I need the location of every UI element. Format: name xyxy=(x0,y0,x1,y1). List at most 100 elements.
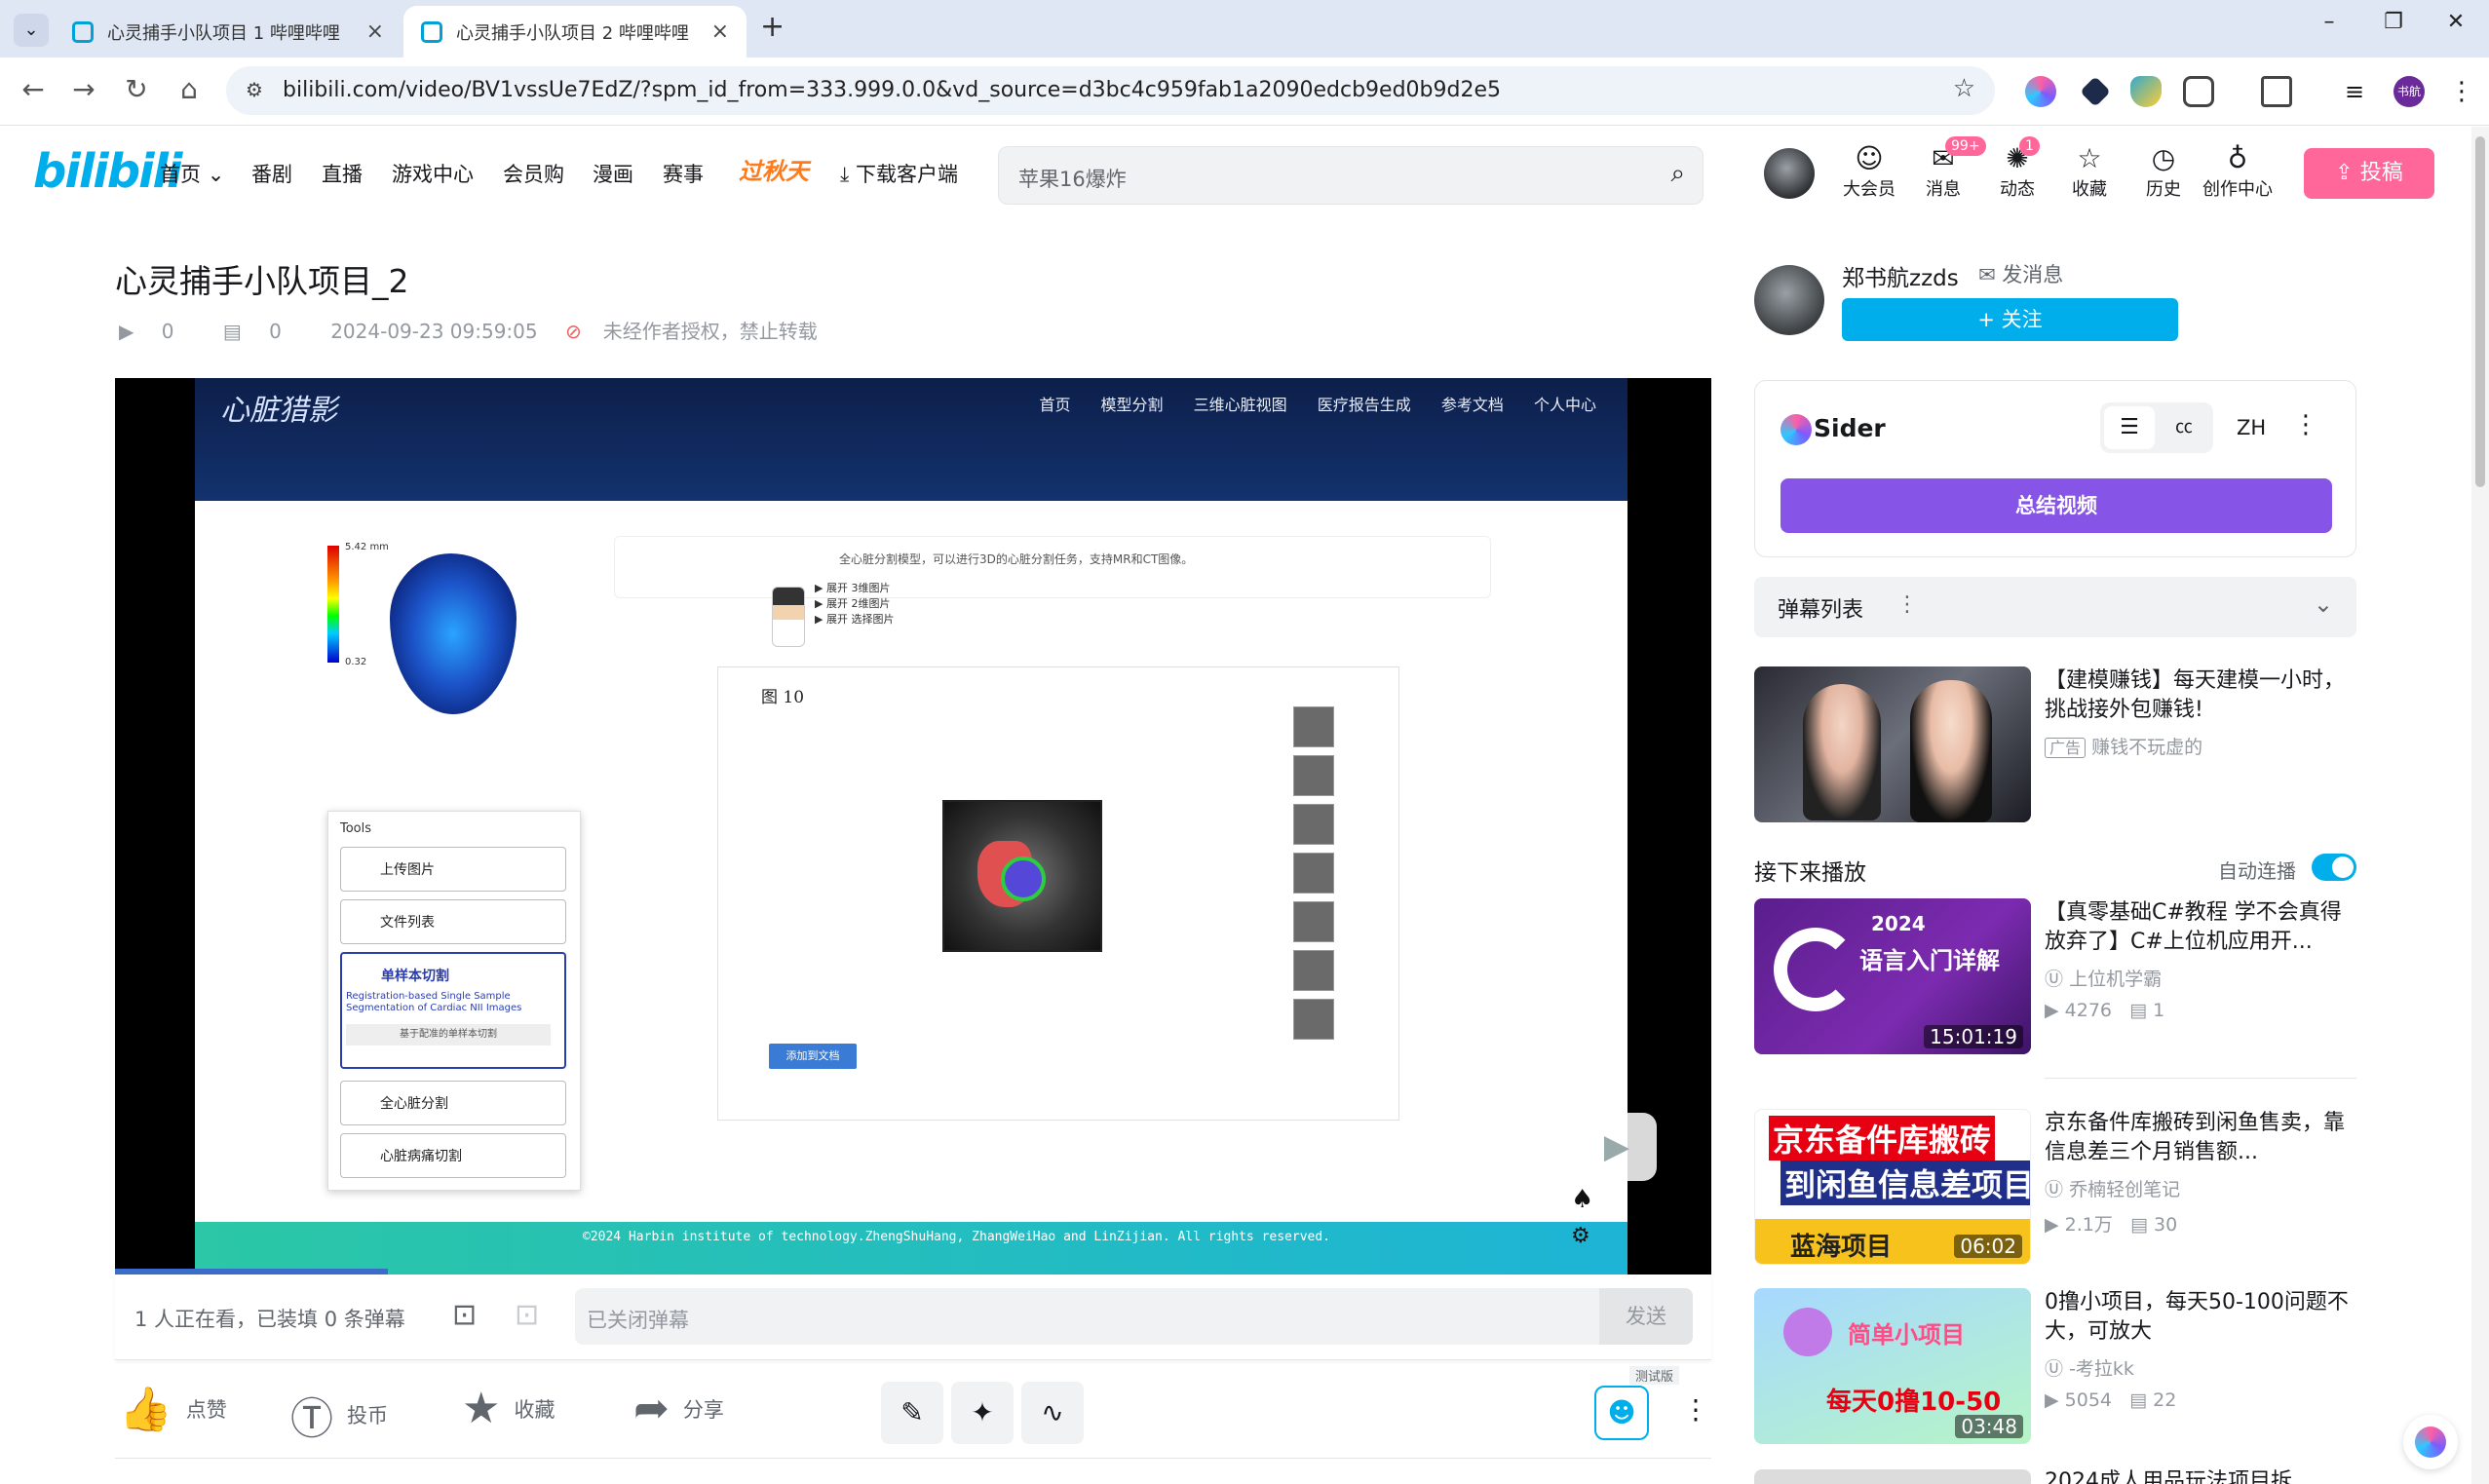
uploader-name[interactable]: 郑书航zzds xyxy=(1842,259,1959,292)
danmaku-toggle-icon[interactable]: ⊡ xyxy=(452,1298,477,1332)
danmaku-icon: ▤ xyxy=(2129,1000,2148,1021)
bilibili-logo[interactable]: bilibili xyxy=(33,144,182,199)
rec-1-thumbnail[interactable]: 2024 语言入门详解 15:01:19 xyxy=(1754,898,2031,1054)
page-scrollbar-thumb[interactable] xyxy=(2475,136,2485,487)
danmaku-settings-icon[interactable]: ⊡ xyxy=(515,1298,539,1332)
danmaku-icon: ▤ xyxy=(2130,1214,2148,1236)
stats-button[interactable]: ∿ xyxy=(1021,1382,1084,1444)
follow-button[interactable]: + 关注 xyxy=(1842,298,2178,341)
uploader-avatar[interactable] xyxy=(1754,265,1824,335)
thumbnail-4[interactable] xyxy=(1293,853,1334,894)
search-box[interactable]: 苹果16爆炸 ⌕ xyxy=(998,146,1704,205)
nav-anime[interactable]: 番剧 xyxy=(251,159,292,188)
tab-1[interactable]: 心灵捕手小队项目 1 哔哩哔哩 × xyxy=(55,6,402,57)
rec-2-title[interactable]: 京东备件库搬砖到闲鱼售卖，靠信息差三个月销售额... xyxy=(2045,1109,2356,1167)
extension-shield-icon[interactable] xyxy=(2130,76,2162,107)
nav-esports[interactable]: 赛事 xyxy=(663,159,704,188)
header-favorites[interactable]: ☆ 收藏 xyxy=(2060,142,2119,201)
autoplay-toggle[interactable] xyxy=(2312,854,2356,881)
forward-icon[interactable]: → xyxy=(64,73,103,105)
sider-language[interactable]: ZH xyxy=(2237,416,2266,439)
address-bar[interactable]: ⚙ bilibili.com/video/BV1vssUe7EdZ/?spm_i… xyxy=(226,66,1995,115)
ai-assistant-button[interactable]: ☻ xyxy=(1594,1386,1649,1440)
nav-manga[interactable]: 漫画 xyxy=(593,159,633,188)
rec-3-title[interactable]: 0撸小项目，每天50-100问题不大，可放大 xyxy=(2045,1288,2356,1347)
thumbnail-7[interactable] xyxy=(1293,999,1334,1040)
nav-download-client[interactable]: ⤓ 下载客户端 xyxy=(840,159,958,188)
media-control-icon[interactable]: ≡ xyxy=(2339,76,2370,107)
more-kebab-icon[interactable]: ⋮ xyxy=(1682,1393,1709,1426)
bookmark-star-icon[interactable]: ☆ xyxy=(1953,74,1975,103)
close-window-icon[interactable]: ✕ xyxy=(2436,10,2475,34)
tool-single-sample-desc: Registration-based Single Sample Segment… xyxy=(346,991,522,1013)
header-vip[interactable]: ☺ 大会员 xyxy=(1840,142,1898,201)
danmaku-input[interactable]: 已关闭弹幕 发送 xyxy=(575,1288,1693,1345)
profile-avatar[interactable]: 书航 xyxy=(2393,76,2425,107)
ad-thumbnail[interactable] xyxy=(1754,666,2031,822)
upload-button[interactable]: ⇪ 投稿 xyxy=(2304,148,2434,199)
tab-search-button[interactable]: ⌄ xyxy=(14,14,49,47)
thumbnail-5[interactable] xyxy=(1293,901,1334,942)
pin-button[interactable]: ✦ xyxy=(951,1382,1014,1444)
play-button-overlay-icon[interactable]: ▶ xyxy=(1577,1113,1657,1181)
subtitle-view-icon[interactable]: ㏄ xyxy=(2159,406,2209,449)
rec-3-thumbnail[interactable]: 简单小项目 每天0撸10-50 03:48 xyxy=(1754,1288,2031,1444)
rec-1-author[interactable]: Ⓤ 上位机学霸 xyxy=(2045,965,2162,991)
search-icon[interactable]: ⌕ xyxy=(1670,159,1685,189)
rec-4-thumbnail[interactable] xyxy=(1754,1469,2031,1484)
header-creator-center[interactable]: ♁ 创作中心 xyxy=(2199,142,2277,201)
tab-2[interactable]: 心灵捕手小队项目 2 哔哩哔哩 × xyxy=(403,6,747,57)
user-avatar[interactable] xyxy=(1764,148,1815,199)
nav-autumn-event[interactable]: 过秋天 xyxy=(739,152,809,186)
reload-icon[interactable]: ↻ xyxy=(117,73,156,105)
chevron-down-icon[interactable]: ⌄ xyxy=(2314,590,2333,618)
extensions-puzzle-icon[interactable] xyxy=(2183,76,2214,107)
like-button[interactable]: 👍 点赞 xyxy=(119,1384,227,1434)
rec-1-title[interactable]: 【真零基础C#教程 学不会真得放弃了】C#上位机应用开... xyxy=(2045,898,2356,957)
list-view-icon[interactable]: ☰ xyxy=(2104,406,2155,449)
thumbnail-1[interactable] xyxy=(1293,706,1334,747)
danmaku-list-header[interactable]: 弹幕列表 ⋮ ⌄ xyxy=(1754,577,2356,637)
maximize-icon[interactable]: ❐ xyxy=(2374,10,2413,34)
rec-2-thumb-line1: 京东备件库搬砖 xyxy=(1769,1116,1996,1161)
reading-mode-icon[interactable] xyxy=(2261,76,2292,107)
frame-footer: ©2024 Harbin institute of technology.Zhe… xyxy=(195,1222,1627,1275)
danmaku-list-more-icon[interactable]: ⋮ xyxy=(1896,592,1918,617)
danmaku-send-button[interactable]: 发送 xyxy=(1599,1288,1693,1345)
nav-live[interactable]: 直播 xyxy=(322,159,363,188)
nav-home[interactable]: 首页 ⌄ xyxy=(160,159,224,188)
search-input[interactable]: 苹果16爆炸 xyxy=(1018,164,1127,193)
rec-2-thumbnail[interactable]: 京东备件库搬砖 到闲鱼信息差项目 蓝海项目 06:02 xyxy=(1754,1109,2031,1265)
thumbnail-6[interactable] xyxy=(1293,950,1334,991)
share-button[interactable]: ➦ 分享 xyxy=(633,1384,724,1433)
thumbnail-3[interactable] xyxy=(1293,804,1334,845)
close-icon[interactable]: × xyxy=(711,19,729,44)
nav-shop[interactable]: 会员购 xyxy=(503,159,564,188)
site-info-icon[interactable]: ⚙ xyxy=(246,78,263,101)
rec-4-title[interactable]: 2024成人用品玩法项目拆... xyxy=(2045,1467,2356,1484)
ad-title[interactable]: 【建模赚钱】每天建模一小时，挑战接外包赚钱! xyxy=(2045,666,2356,725)
extension-hex-icon[interactable] xyxy=(2080,76,2111,107)
summarize-video-button[interactable]: 总结视频 xyxy=(1781,478,2332,533)
envelope-icon: ✉ xyxy=(1978,263,1996,286)
rec-3-author[interactable]: Ⓤ -考拉kk xyxy=(2045,1354,2134,1381)
home-icon[interactable]: ⌂ xyxy=(170,73,209,105)
close-icon[interactable]: × xyxy=(366,19,384,44)
note-button[interactable]: ✎ xyxy=(881,1382,943,1444)
send-message-link[interactable]: ✉ 发消息 xyxy=(1978,259,2063,288)
rec-2-author[interactable]: Ⓤ 乔楠轻创笔记 xyxy=(2045,1175,2180,1201)
minimize-icon[interactable]: – xyxy=(2310,10,2349,34)
favorite-button[interactable]: ★ 收藏 xyxy=(462,1384,555,1433)
nav-game-center[interactable]: 游戏中心 xyxy=(392,159,474,188)
new-tab-button[interactable]: + xyxy=(760,10,785,44)
coin-button[interactable]: Ⓣ 投币 xyxy=(290,1384,388,1446)
back-icon[interactable]: ← xyxy=(14,73,53,105)
rec-3-thumb-line1: 简单小项目 xyxy=(1848,1321,1965,1349)
menu-kebab-icon[interactable]: ⋮ xyxy=(2446,76,2477,107)
sider-extension-icon[interactable] xyxy=(2025,76,2056,107)
sider-float-button[interactable] xyxy=(2403,1415,2458,1469)
thumbnail-2[interactable] xyxy=(1293,755,1334,796)
header-history[interactable]: ◷ 历史 xyxy=(2134,142,2193,201)
sider-more-icon[interactable]: ⋮ xyxy=(2293,410,2318,439)
video-player[interactable]: 心脏猎影 首页 模型分割 三维心脏视图 医疗报告生成 参考文档 个人中心 5.4… xyxy=(115,378,1711,1275)
